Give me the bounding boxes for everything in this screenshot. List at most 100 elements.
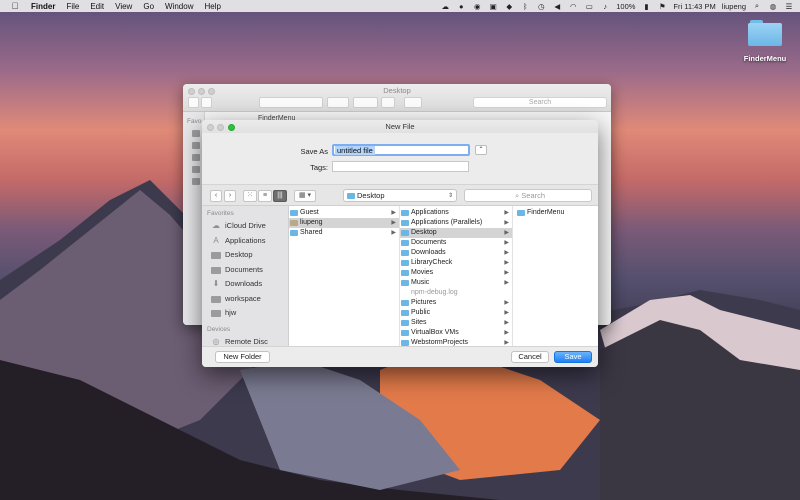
column-view-icon[interactable]: |||	[273, 190, 287, 202]
save-button[interactable]: Save	[554, 351, 592, 363]
tags-input[interactable]	[332, 161, 469, 172]
list-item-findermenu[interactable]: FinderMenu	[513, 208, 598, 218]
sidebar-item-desktop[interactable]: Desktop	[202, 248, 288, 263]
list-item-desktop[interactable]: Desktop ▶	[400, 228, 512, 238]
list-item[interactable]: Music ▶	[400, 278, 512, 288]
sidebar-item-documents[interactable]: Documents	[202, 263, 288, 278]
filename-text: untitled file	[335, 146, 375, 155]
cloud-icon[interactable]: ☁	[440, 2, 450, 11]
evernote-icon[interactable]: ◆	[504, 2, 514, 11]
sidebar-item-downloads[interactable]: ⬇ Downloads	[202, 277, 288, 292]
expand-dialog-button[interactable]: ⌃	[475, 145, 487, 155]
menu-file[interactable]: File	[66, 2, 79, 11]
sidebar-item-workspace[interactable]: workspace	[202, 292, 288, 307]
folder-icon	[401, 310, 409, 316]
app-status-icon[interactable]: ▣	[488, 2, 498, 11]
browser-column-3: FinderMenu	[513, 206, 598, 346]
menu-help[interactable]: Help	[204, 2, 220, 11]
list-item[interactable]: Movies ▶	[400, 268, 512, 278]
dialog-navigation-bar: ‹ › ⁙ ≡ ||| ▦ ▾ Desktop ⇕ ⌕ Search	[202, 184, 598, 206]
list-item[interactable]: LibraryCheck ▶	[400, 258, 512, 268]
sidebar-item-label: Downloads	[225, 279, 263, 288]
item-label: Public	[411, 309, 431, 316]
list-item[interactable]: Pictures ▶	[400, 298, 512, 308]
list-item-liupeng[interactable]: liupeng ▶	[289, 218, 399, 228]
user-name[interactable]: liupeng	[722, 2, 746, 11]
menu-app-finder[interactable]: Finder	[31, 2, 55, 11]
list-item[interactable]: Sites ▶	[400, 318, 512, 328]
flag-icon[interactable]: ⚑	[657, 2, 667, 11]
chevron-right-icon: ▶	[504, 320, 509, 326]
share-button[interactable]	[381, 97, 395, 108]
list-item[interactable]: Applications (Parallels) ▶	[400, 218, 512, 228]
wechat-icon[interactable]: ◉	[472, 2, 482, 11]
folder-icon	[290, 230, 298, 236]
search-icon[interactable]: ⌕	[752, 1, 762, 11]
chevron-right-icon: ▶	[391, 210, 396, 216]
bg-search-field[interactable]: Search	[473, 97, 607, 108]
list-item[interactable]: VirtualBox VMs ▶	[400, 328, 512, 338]
folder-icon	[401, 280, 409, 286]
chevron-right-icon: ▶	[504, 300, 509, 306]
sidebar-icon	[192, 130, 200, 137]
item-label: Downloads	[411, 249, 446, 256]
sidebar-item-hjw[interactable]: hjw	[202, 306, 288, 321]
action-button[interactable]	[353, 97, 378, 108]
folder-icon	[401, 210, 409, 216]
time-machine-icon[interactable]: ◷	[536, 2, 546, 11]
item-label: Music	[411, 279, 430, 286]
back-button[interactable]	[188, 97, 199, 108]
sidebar-item-icloud-drive[interactable]: ☁ iCloud Drive	[202, 219, 288, 234]
location-selector[interactable]: Desktop ⇕	[343, 189, 457, 202]
penguin-icon[interactable]: ●	[456, 2, 466, 11]
applications-icon: A	[213, 235, 219, 245]
folder-icon	[401, 230, 409, 236]
notification-center-icon[interactable]: ☰	[784, 2, 794, 11]
battery-percent[interactable]: 100%	[616, 2, 635, 11]
folder-icon	[290, 210, 298, 216]
menu-go[interactable]: Go	[143, 2, 154, 11]
list-item-shared[interactable]: Shared ▶	[289, 228, 399, 238]
airplay-icon[interactable]: ▭	[584, 2, 594, 11]
item-label: LibraryCheck	[411, 259, 453, 266]
list-item[interactable]: Public ▶	[400, 308, 512, 318]
wifi-icon[interactable]: ◠	[568, 2, 578, 11]
cloud-icon: ☁	[212, 221, 220, 230]
apple-menu-icon[interactable]: 	[9, 1, 21, 11]
cancel-button[interactable]: Cancel	[511, 351, 549, 363]
group-button[interactable]: ▦ ▾	[294, 190, 316, 202]
menu-view[interactable]: View	[115, 2, 132, 11]
clock[interactable]: Fri 11:43 PM	[673, 2, 715, 11]
arrange-button[interactable]	[327, 97, 349, 108]
list-item[interactable]: Applications ▶	[400, 208, 512, 218]
save-as-input[interactable]: untitled file	[332, 144, 470, 156]
volume-icon[interactable]: ◀	[552, 2, 562, 11]
chevron-right-icon: ▶	[504, 330, 509, 336]
icon-view-icon[interactable]: ⁙	[243, 190, 257, 202]
back-button[interactable]: ‹	[210, 190, 222, 202]
battery-icon[interactable]: ▮	[641, 2, 651, 11]
item-label: Desktop	[411, 229, 437, 236]
bluetooth-icon[interactable]: ᛒ	[520, 2, 530, 11]
siri-icon[interactable]: ◍	[768, 2, 778, 11]
dialog-search-field[interactable]: ⌕ Search	[464, 189, 592, 202]
menu-window[interactable]: Window	[165, 2, 193, 11]
forward-button[interactable]	[201, 97, 212, 108]
folder-icon	[401, 240, 409, 246]
list-item-guest[interactable]: Guest ▶	[289, 208, 399, 218]
sidebar-item-applications[interactable]: A Applications	[202, 234, 288, 249]
dialog-sidebar: Favorites ☁ iCloud Drive A Applications De…	[202, 206, 289, 346]
chevron-right-icon: ▶	[504, 230, 509, 236]
volume-speaker-icon[interactable]: ♪	[600, 2, 610, 11]
desktop-folder-findermenu[interactable]: FinderMenu	[740, 20, 790, 63]
view-buttons[interactable]	[259, 97, 323, 108]
list-item[interactable]: Downloads ▶	[400, 248, 512, 258]
dialog-titlebar: New File	[202, 120, 598, 133]
new-folder-button[interactable]: New Folder	[215, 351, 270, 363]
list-item[interactable]: Documents ▶	[400, 238, 512, 248]
browser-column-2: Applications ▶ Applications (Parallels) ▶ …	[400, 206, 513, 346]
list-view-icon[interactable]: ≡	[258, 190, 272, 202]
tags-button[interactable]	[404, 97, 422, 108]
forward-button[interactable]: ›	[224, 190, 236, 202]
menu-edit[interactable]: Edit	[90, 2, 104, 11]
